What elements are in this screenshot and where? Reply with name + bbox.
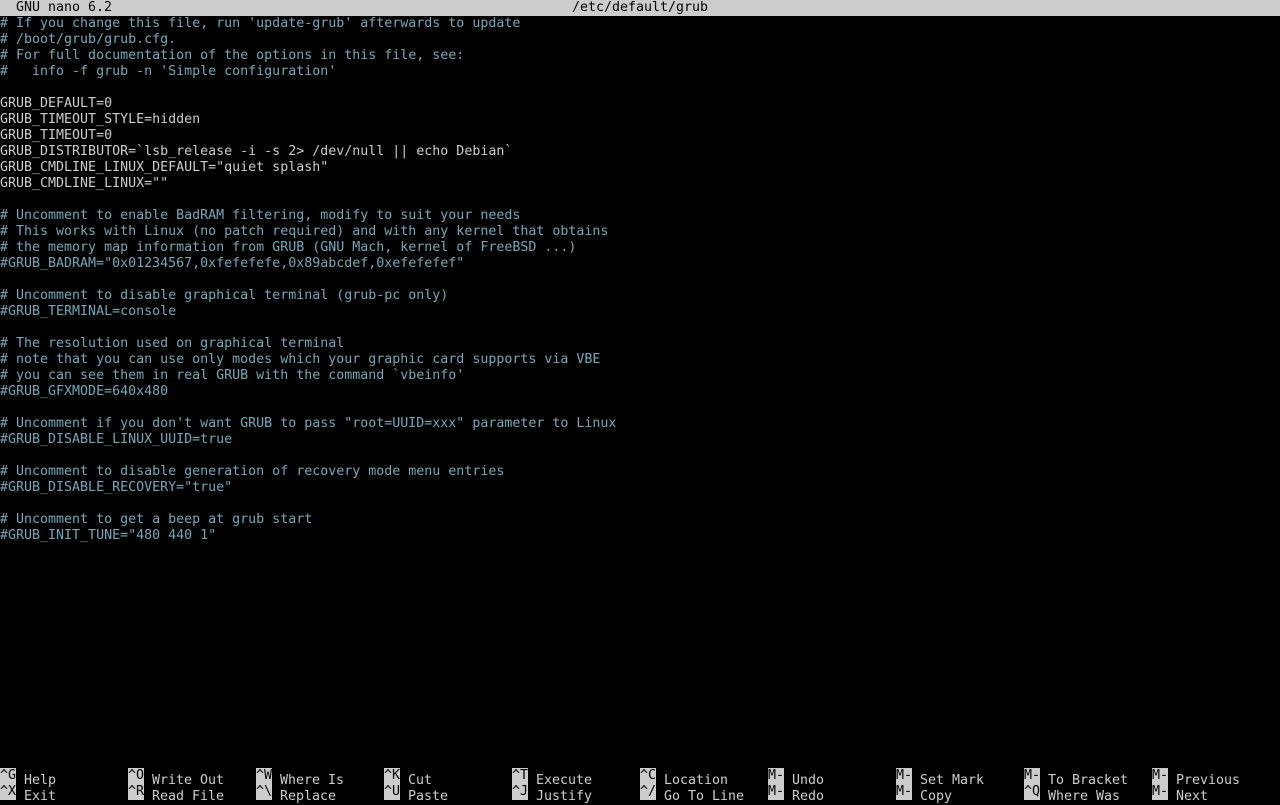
shortcut-row-1: ^G Help ^O Write Out ^W Where Is ^K Cut ^T Execut… xyxy=(0,768,1280,788)
comment-line[interactable]: #GRUB_GFXMODE=640x480 xyxy=(0,384,1280,400)
shortcut-key: M-W xyxy=(1152,784,1168,800)
shortcut-key: ^\ xyxy=(256,784,272,800)
shortcut-key: ^O xyxy=(128,768,144,784)
comment-line[interactable]: # Uncomment to get a beep at grub start xyxy=(0,512,1280,528)
shortcut-execute[interactable]: ^T Execute xyxy=(512,768,592,788)
code-line[interactable] xyxy=(0,192,1280,208)
comment-line[interactable]: # The resolution used on graphical termi… xyxy=(0,336,1280,352)
shortcut-paste[interactable]: ^U Paste xyxy=(384,784,448,804)
shortcut-key: M-Q xyxy=(1152,768,1168,784)
file-path-title: /etc/default/grub xyxy=(571,0,709,15)
shortcut-key: M-U xyxy=(768,768,784,784)
shortcut-key: ^W xyxy=(256,768,272,784)
shortcut-justify[interactable]: ^J Justify xyxy=(512,784,592,804)
shortcut-location[interactable]: ^C Location xyxy=(640,768,728,788)
shortcut-label: Justify xyxy=(536,789,593,804)
shortcut-bar: ^G Help ^O Write Out ^W Where Is ^K Cut ^T Execut… xyxy=(0,768,1280,804)
shortcut-read-file[interactable]: ^R Read File xyxy=(128,784,224,804)
comment-line[interactable]: # info -f grub -n 'Simple configuration' xyxy=(0,64,1280,80)
shortcut-key: ^/ xyxy=(640,784,656,800)
shortcut-label: Redo xyxy=(792,789,825,804)
shortcut-row-2: ^X Exit ^R Read File ^\ Replace ^U Paste ^J Justi… xyxy=(0,784,1280,804)
shortcut-cut[interactable]: ^K Cut xyxy=(384,768,432,788)
shortcut-write-out[interactable]: ^O Write Out xyxy=(128,768,224,788)
comment-line[interactable]: # For full documentation of the options … xyxy=(0,48,1280,64)
comment-line[interactable]: # If you change this file, run 'update-g… xyxy=(0,16,1280,32)
app-title: GNU nano 6.2 xyxy=(16,0,113,15)
shortcut-label: Copy xyxy=(920,789,953,804)
code-line[interactable]: GRUB_DEFAULT=0 xyxy=(0,96,1280,112)
comment-line[interactable]: # Uncomment to disable generation of rec… xyxy=(0,464,1280,480)
comment-line[interactable]: # the memory map information from GRUB (… xyxy=(0,240,1280,256)
comment-line[interactable]: #GRUB_DISABLE_LINUX_UUID=true xyxy=(0,432,1280,448)
comment-line[interactable]: # note that you can use only modes which… xyxy=(0,352,1280,368)
code-line[interactable] xyxy=(0,400,1280,416)
code-line[interactable] xyxy=(0,80,1280,96)
shortcut-where-is[interactable]: ^W Where Is xyxy=(256,768,344,788)
comment-line[interactable]: #GRUB_TERMINAL=console xyxy=(0,304,1280,320)
shortcut-key: ^Q xyxy=(1024,784,1040,800)
shortcut-undo[interactable]: M-UUndo xyxy=(768,768,824,788)
shortcut-exit[interactable]: ^X Exit xyxy=(0,784,56,804)
code-line[interactable] xyxy=(0,448,1280,464)
shortcut-key: ^T xyxy=(512,768,528,784)
code-line[interactable]: GRUB_CMDLINE_LINUX_DEFAULT="quiet splash… xyxy=(0,160,1280,176)
shortcut-copy[interactable]: M-6 Copy xyxy=(896,784,952,804)
shortcut-key: M-E xyxy=(768,784,784,800)
shortcut-key: ^K xyxy=(384,768,400,784)
shortcut-go-to-line[interactable]: ^/ Go To Line xyxy=(640,784,744,804)
comment-line[interactable]: #GRUB_INIT_TUNE="480 440 1" xyxy=(0,528,1280,544)
shortcut-key: ^J xyxy=(512,784,528,800)
comment-line[interactable]: #GRUB_DISABLE_RECOVERY="true" xyxy=(0,480,1280,496)
comment-line[interactable]: # Uncomment if you don't want GRUB to pa… xyxy=(0,416,1280,432)
code-line[interactable] xyxy=(0,320,1280,336)
code-line[interactable] xyxy=(0,496,1280,512)
shortcut-previous[interactable]: M-QPrevious xyxy=(1152,768,1240,788)
shortcut-replace[interactable]: ^\ Replace xyxy=(256,784,336,804)
title-bar: /etc/default/grub GNU nano 6.2 xyxy=(0,0,1280,16)
shortcut-label: Paste xyxy=(408,789,449,804)
shortcut-next[interactable]: M-W Next xyxy=(1152,784,1208,804)
shortcut-label: Next xyxy=(1176,789,1209,804)
shortcut-label: Replace xyxy=(280,789,337,804)
comment-line[interactable]: # This works with Linux (no patch requir… xyxy=(0,224,1280,240)
shortcut-key: M-6 xyxy=(896,784,912,800)
shortcut-where-was[interactable]: ^Q Where Was xyxy=(1024,784,1120,804)
code-line[interactable]: GRUB_TIMEOUT_STYLE=hidden xyxy=(0,112,1280,128)
shortcut-redo[interactable]: M-E Redo xyxy=(768,784,824,804)
code-line[interactable]: GRUB_DISTRIBUTOR=`lsb_release -i -s 2> /… xyxy=(0,144,1280,160)
shortcut-help[interactable]: ^G Help xyxy=(0,768,56,788)
code-line[interactable] xyxy=(0,272,1280,288)
editor-text-area[interactable]: # If you change this file, run 'update-g… xyxy=(0,16,1280,760)
comment-line[interactable]: #GRUB_BADRAM="0x01234567,0xfefefefe,0x89… xyxy=(0,256,1280,272)
comment-line[interactable]: # Uncomment to disable graphical termina… xyxy=(0,288,1280,304)
comment-line[interactable]: # Uncomment to enable BadRAM filtering, … xyxy=(0,208,1280,224)
shortcut-label: Go To Line xyxy=(664,789,745,804)
shortcut-key: ^C xyxy=(640,768,656,784)
shortcut-set-mark[interactable]: M-ASet Mark xyxy=(896,768,984,788)
code-line[interactable]: GRUB_CMDLINE_LINUX="" xyxy=(0,176,1280,192)
shortcut-key: ^U xyxy=(384,784,400,800)
shortcut-key: ^X xyxy=(0,784,16,800)
shortcut-to-bracket[interactable]: M-]To Bracket xyxy=(1024,768,1128,788)
shortcut-key: ^R xyxy=(128,784,144,800)
comment-line[interactable]: # /boot/grub/grub.cfg. xyxy=(0,32,1280,48)
shortcut-key: ^G xyxy=(0,768,16,784)
code-line[interactable]: GRUB_TIMEOUT=0 xyxy=(0,128,1280,144)
shortcut-label: Read File xyxy=(152,789,225,804)
shortcut-key: M-A xyxy=(896,768,912,784)
comment-line[interactable]: # you can see them in real GRUB with the… xyxy=(0,368,1280,384)
shortcut-key: M-] xyxy=(1024,768,1040,784)
shortcut-label: Exit xyxy=(24,789,57,804)
shortcut-label: Where Was xyxy=(1048,789,1121,804)
